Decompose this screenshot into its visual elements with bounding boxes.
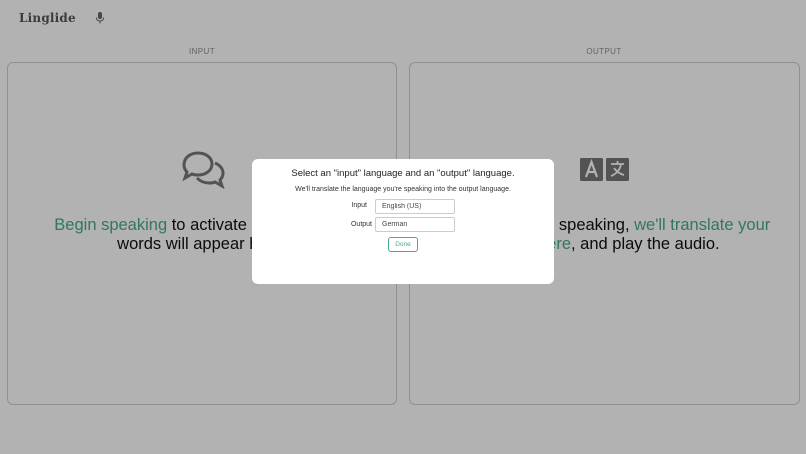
- done-button[interactable]: Done: [388, 237, 418, 252]
- output-language-field[interactable]: [375, 217, 455, 232]
- modal-title: Select an "input" language and an "outpu…: [291, 168, 515, 179]
- input-language-field[interactable]: [375, 199, 455, 214]
- language-select-modal: Select an "input" language and an "outpu…: [252, 159, 554, 284]
- modal-subtitle: We'll translate the language you're spea…: [295, 186, 511, 193]
- output-language-label: Output: [350, 221, 372, 228]
- input-language-label: Input: [351, 202, 367, 209]
